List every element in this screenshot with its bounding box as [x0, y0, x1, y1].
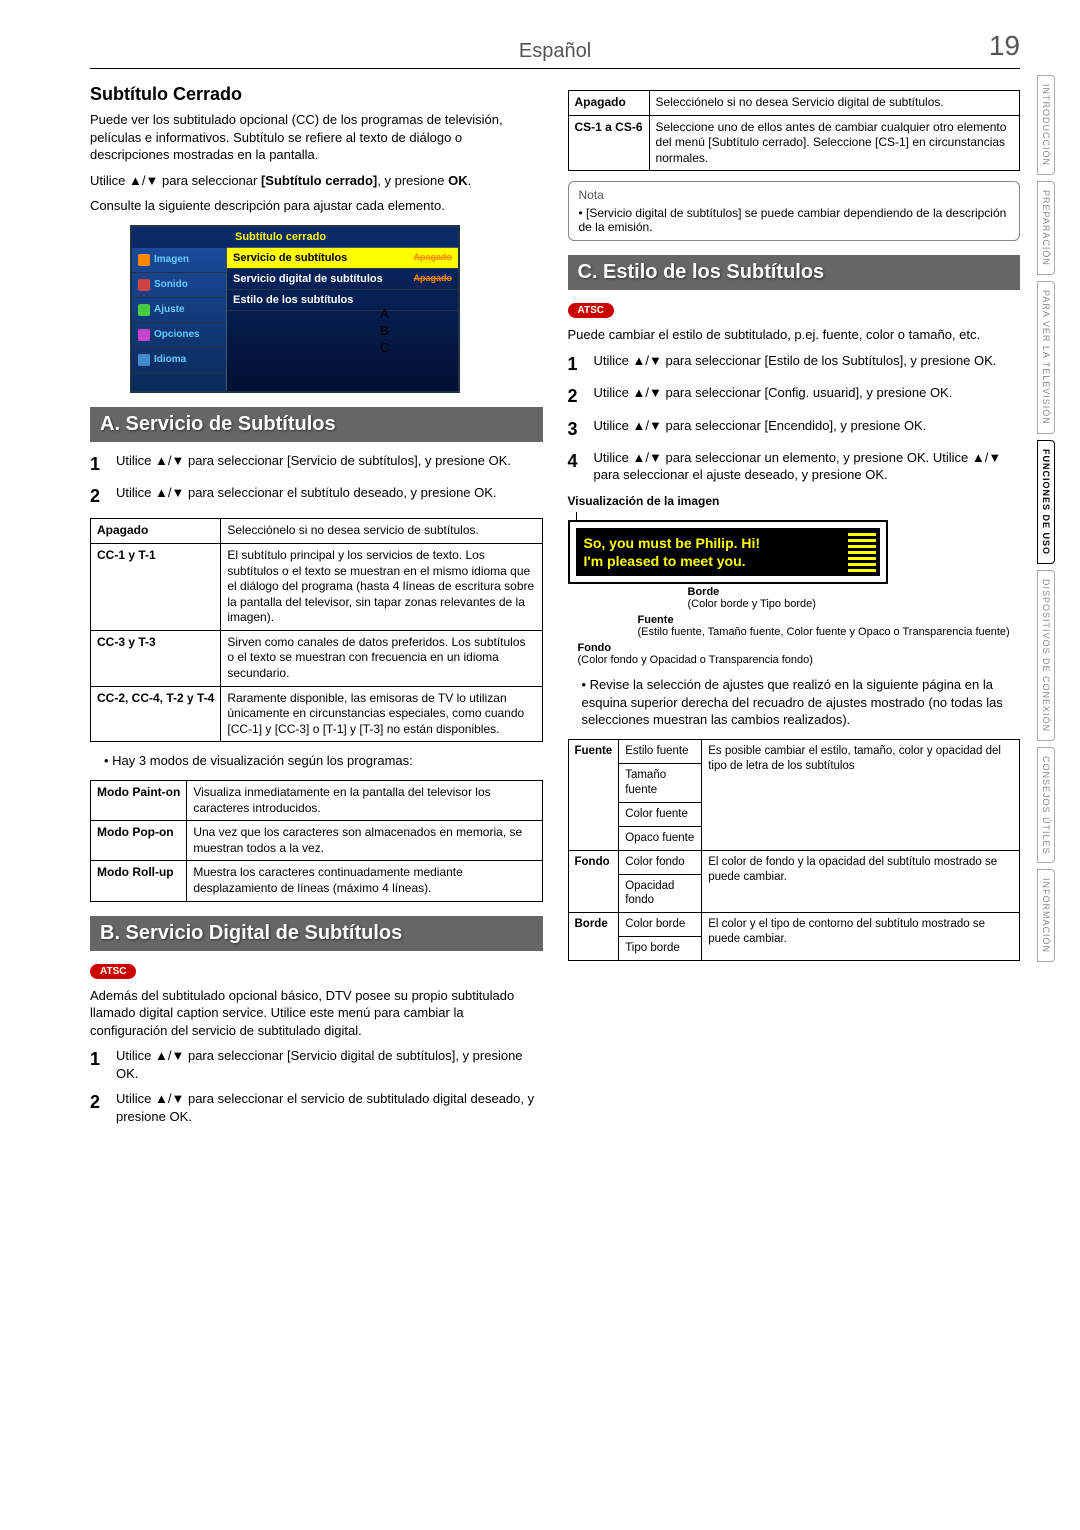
right-column: ApagadoSelecciónelo si no desea Servicio…: [568, 84, 1021, 1135]
table-style-settings: Fuente Estilo fuente Es posible cambiar …: [568, 739, 1021, 961]
tab-funciones[interactable]: FUNCIONES DE USO: [1037, 440, 1055, 564]
intro-p3: Consulte la siguiente descripción para a…: [90, 197, 543, 215]
tv-side-opciones: Opciones: [132, 323, 226, 348]
tab-preparacion[interactable]: PREPARACIÓN: [1037, 181, 1055, 275]
steps-c: 1Utilice ▲/▼ para seleccionar [Estilo de…: [568, 352, 1021, 484]
p-section-c: Puede cambiar el estilo de subtitulado, …: [568, 326, 1021, 344]
p-section-b: Además del subtitulado opcional básico, …: [90, 987, 543, 1040]
tv-side-sonido: Sonido: [132, 273, 226, 298]
side-tabs: INTRODUCCIÓN PREPARACIÓN PARA VER LA TEL…: [1037, 75, 1055, 962]
caption-diagram: Visualización de la imagen So, you must …: [568, 494, 1021, 666]
atsc-badge-b: ATSC: [90, 964, 136, 979]
steps-a: 1Utilice ▲/▼ para seleccionar [Servicio …: [90, 452, 543, 509]
tv-row-b: Servicio digital de subtítulosApagado: [227, 269, 458, 290]
bullet-c: Revise la selección de ajustes que reali…: [582, 676, 1021, 729]
tab-informacion[interactable]: INFORMACIÓN: [1037, 869, 1055, 962]
tab-para-ver[interactable]: PARA VER LA TELEVISIÓN: [1037, 281, 1055, 434]
tv-row-c: Estilo de los subtítulos: [227, 290, 458, 311]
abc-callouts: A B C: [380, 305, 389, 356]
page-header: Español: [90, 40, 1020, 69]
tab-dispositivos[interactable]: DISPOSITIVOS DE CONEXIÓN: [1037, 570, 1055, 741]
table-display-modes: Modo Paint-onVisualiza inmediatamente en…: [90, 780, 543, 902]
note-box: Nota • Apagado[Servicio digital de subtí…: [568, 181, 1021, 241]
note-title: Nota: [579, 188, 1010, 202]
steps-b: 1Utilice ▲/▼ para seleccionar [Servicio …: [90, 1047, 543, 1125]
left-column: Subtítulo Cerrado Puede ver los subtitul…: [90, 84, 543, 1135]
section-a-heading: A. Servicio de Subtítulos: [90, 407, 543, 442]
intro-p2: Utilice ▲/▼ para seleccionar [Subtítulo …: [90, 172, 543, 190]
bullet-modes: Hay 3 modos de visualización según los p…: [104, 752, 543, 770]
tv-side-imagen: Imagen: [132, 248, 226, 273]
atsc-badge-c: ATSC: [568, 303, 614, 318]
table-cc-services: ApagadoSelecciónelo si no desea servicio…: [90, 518, 543, 742]
section-c-heading: C. Estilo de los Subtítulos: [568, 255, 1021, 290]
section-b-heading: B. Servicio Digital de Subtítulos: [90, 916, 543, 951]
tv-side-ajuste: Ajuste: [132, 298, 226, 323]
tv-row-a: Servicio de subtítulosApagado: [227, 248, 458, 269]
tv-side-idioma: Idioma: [132, 348, 226, 373]
tv-menu-screenshot: Subtítulo cerrado Imagen Sonido Ajuste O…: [130, 225, 460, 393]
tab-introduccion[interactable]: INTRODUCCIÓN: [1037, 75, 1055, 175]
intro-p1: Puede ver los subtitulado opcional (CC) …: [90, 111, 543, 164]
tab-consejos[interactable]: CONSEJOS ÚTILES: [1037, 747, 1055, 864]
tv-menu-title: Subtítulo cerrado: [227, 227, 458, 248]
header-language: Español: [519, 40, 591, 62]
diagram-title: Visualización de la imagen: [568, 494, 1021, 508]
table-digital-cc: ApagadoSelecciónelo si no desea Servicio…: [568, 90, 1021, 171]
h2-subtitulo-cerrado: Subtítulo Cerrado: [90, 84, 543, 105]
